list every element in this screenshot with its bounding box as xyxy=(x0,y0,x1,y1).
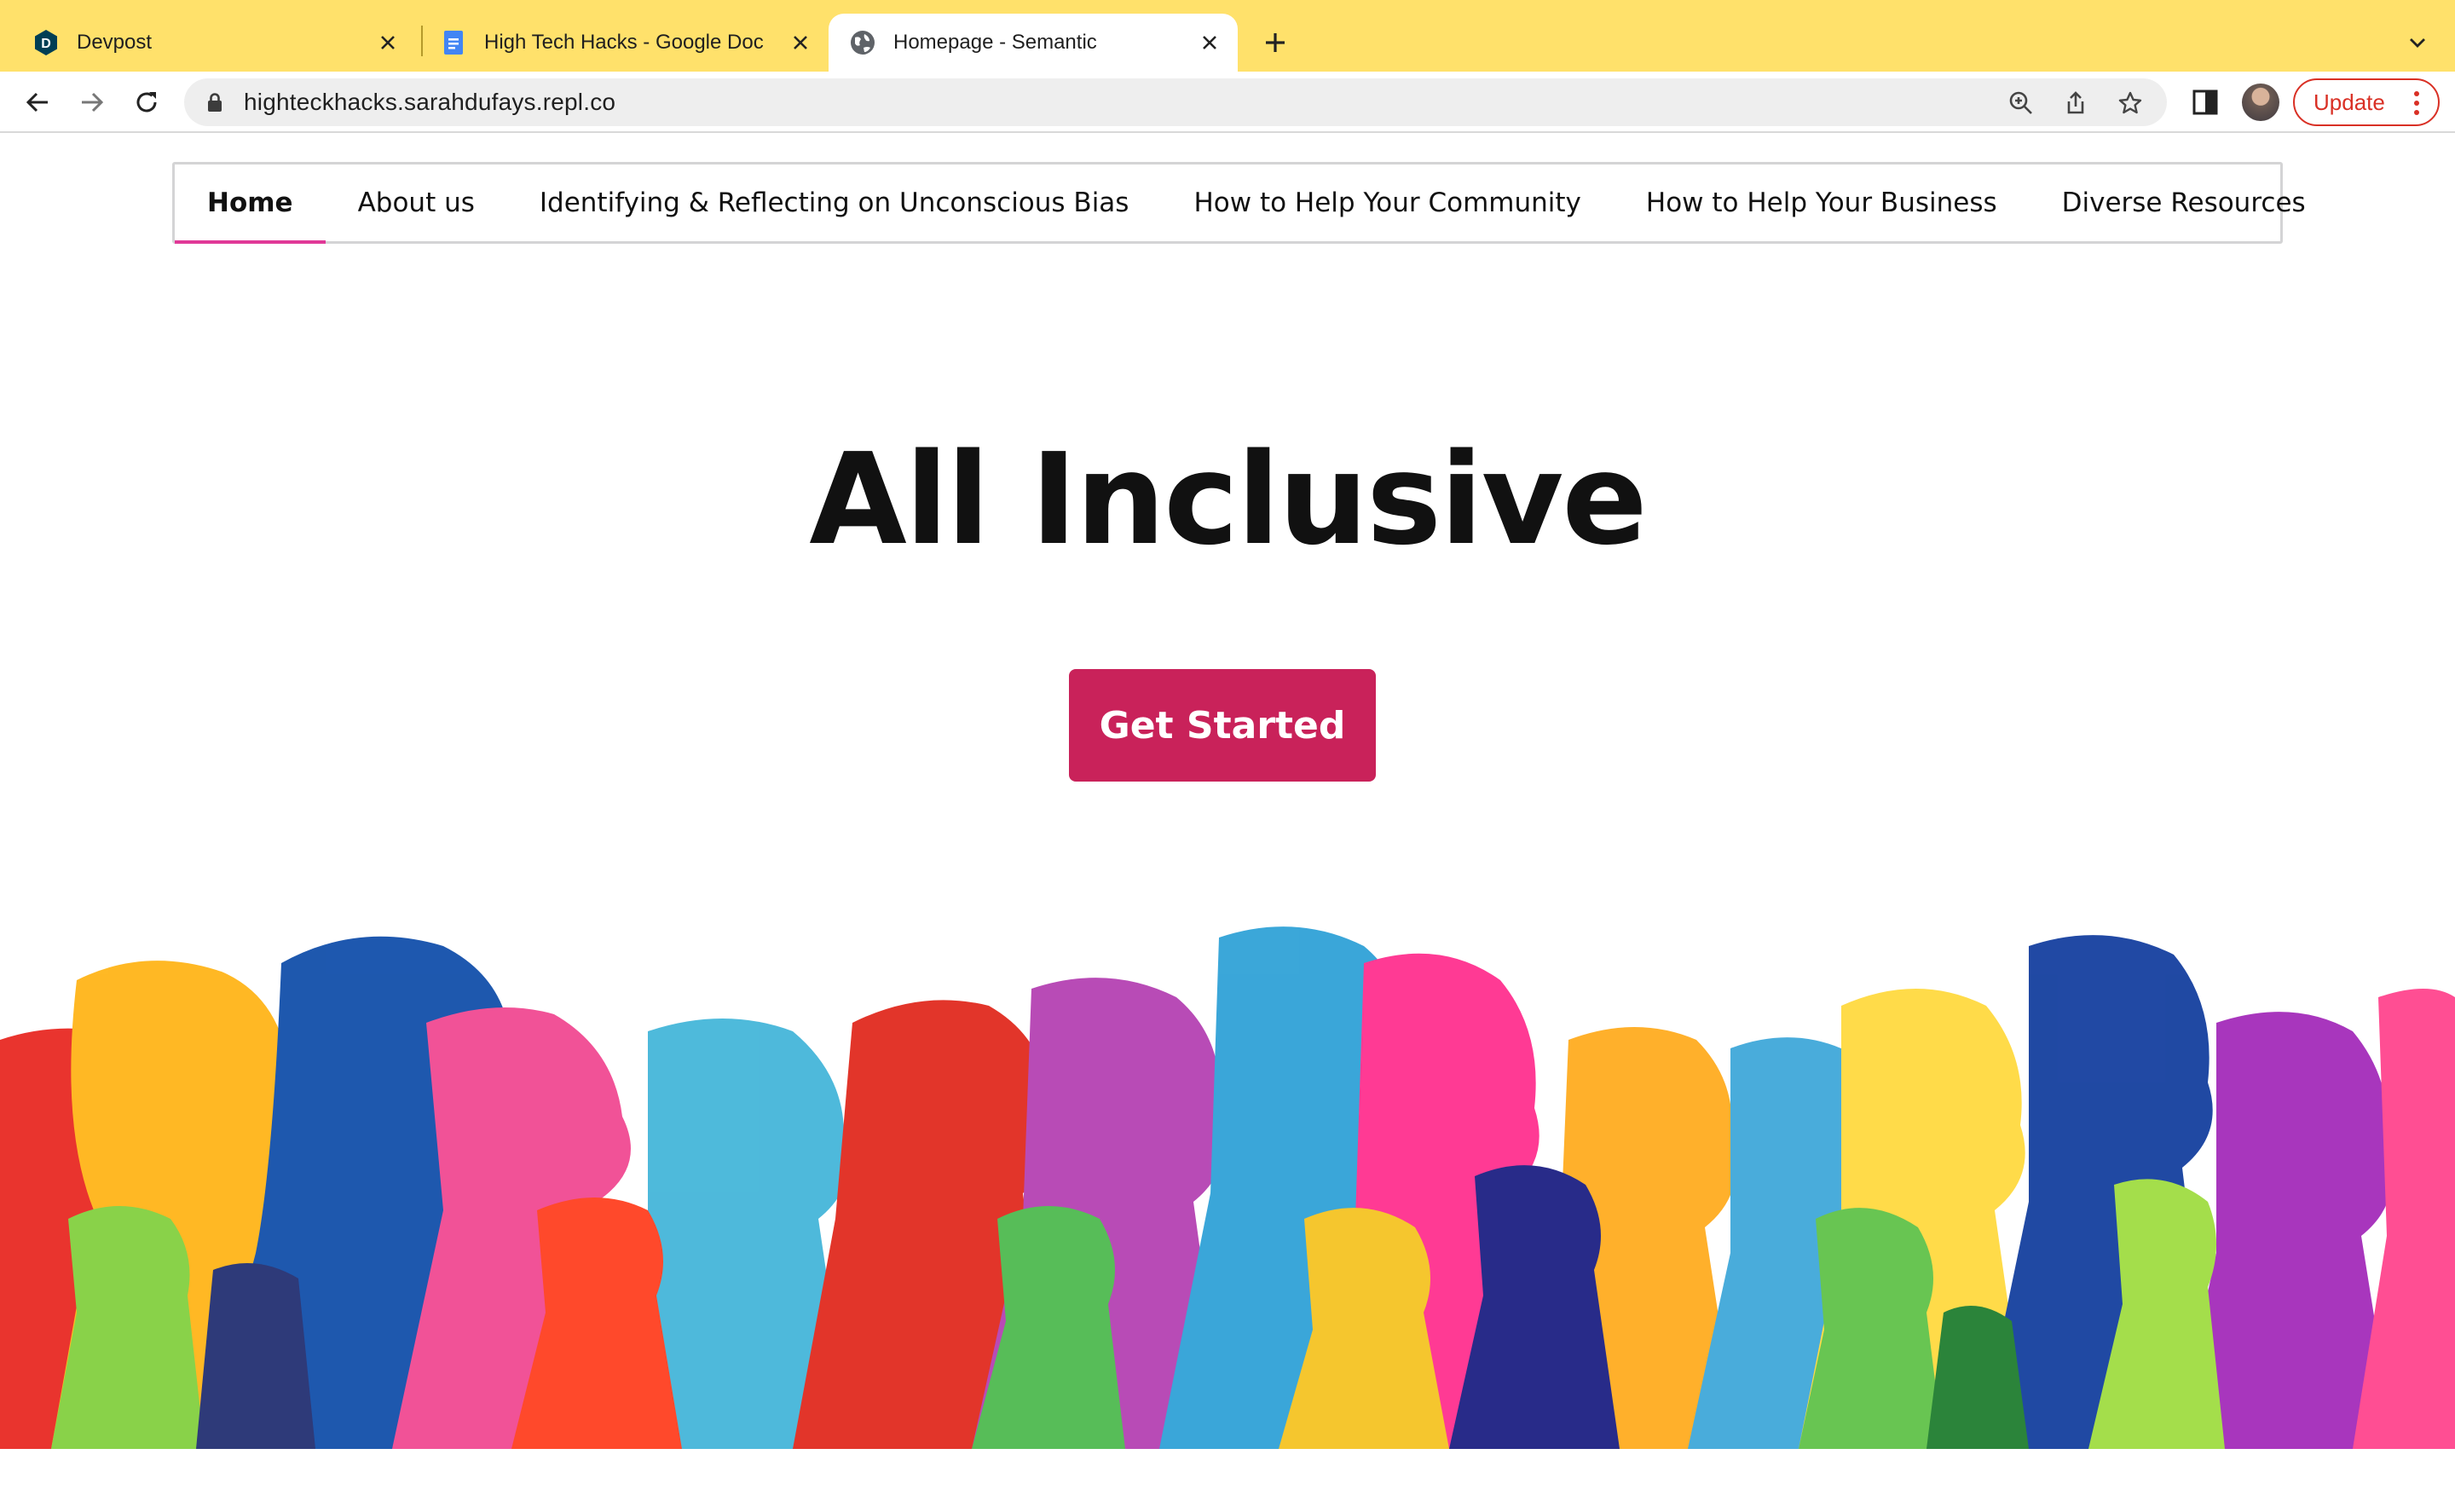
menu-item-unconscious-bias[interactable]: Identifying & Reflecting on Unconscious … xyxy=(507,164,1162,241)
tab-title: High Tech Hacks - Google Doc xyxy=(484,31,764,54)
update-label: Update xyxy=(2313,89,2385,115)
svg-text:D: D xyxy=(41,37,51,51)
menu-item-diverse-resources[interactable]: Diverse Resources xyxy=(2030,164,2338,241)
globe-icon xyxy=(851,31,875,55)
tab-homepage-semantic[interactable]: Homepage - Semantic xyxy=(829,14,1238,72)
back-button[interactable] xyxy=(19,84,56,121)
tab-devpost[interactable]: D Devpost xyxy=(0,14,416,72)
zoom-icon[interactable] xyxy=(2008,90,2034,116)
side-panel-icon xyxy=(2192,89,2218,115)
url-text[interactable]: highteckhacks.sarahdufays.repl.co xyxy=(244,89,615,116)
hero-title: All Inclusive xyxy=(809,426,1647,573)
lock-icon[interactable] xyxy=(203,90,227,114)
tab-search-button[interactable] xyxy=(2400,26,2435,60)
browser-toolbar: highteckhacks.sarahdufays.repl.co Update xyxy=(0,72,2455,133)
google-docs-icon xyxy=(444,31,463,55)
share-icon[interactable] xyxy=(2063,90,2088,116)
menu-item-help-business[interactable]: How to Help Your Business xyxy=(1614,164,2030,241)
plus-icon xyxy=(1266,33,1285,52)
update-button[interactable]: Update xyxy=(2293,78,2440,126)
diverse-people-silhouettes-image xyxy=(0,926,2455,1449)
close-icon[interactable] xyxy=(375,30,401,55)
close-icon[interactable] xyxy=(788,30,813,55)
forward-button[interactable] xyxy=(73,84,111,121)
more-vert-icon xyxy=(2414,91,2419,115)
arrow-right-icon xyxy=(82,92,104,113)
reload-icon xyxy=(136,92,157,113)
reload-button[interactable] xyxy=(128,84,165,121)
tab-google-docs[interactable]: High Tech Hacks - Google Doc xyxy=(407,14,829,72)
menu-item-about-us[interactable]: About us xyxy=(326,164,507,241)
tab-title: Homepage - Semantic xyxy=(893,31,1097,54)
side-panel-button[interactable] xyxy=(2191,87,2221,118)
menu-item-help-community[interactable]: How to Help Your Community xyxy=(1161,164,1613,241)
main-menu: Home About us Identifying & Reflecting o… xyxy=(172,162,2306,244)
devpost-icon: D xyxy=(35,30,57,55)
address-bar[interactable]: highteckhacks.sarahdufays.repl.co xyxy=(184,78,2167,126)
star-icon[interactable] xyxy=(2117,90,2143,116)
new-tab-button[interactable] xyxy=(1256,24,1294,61)
tab-title: Devpost xyxy=(77,31,153,54)
menu-item-home[interactable]: Home xyxy=(175,164,326,244)
browser-tab-bar: D Devpost High Tech Hacks - Google Doc H… xyxy=(0,0,2455,72)
chevron-down-icon xyxy=(2410,38,2425,48)
profile-avatar[interactable] xyxy=(2242,84,2279,121)
close-icon[interactable] xyxy=(1197,30,1222,55)
arrow-left-icon xyxy=(26,92,48,113)
get-started-button[interactable]: Get Started xyxy=(1069,669,1376,782)
